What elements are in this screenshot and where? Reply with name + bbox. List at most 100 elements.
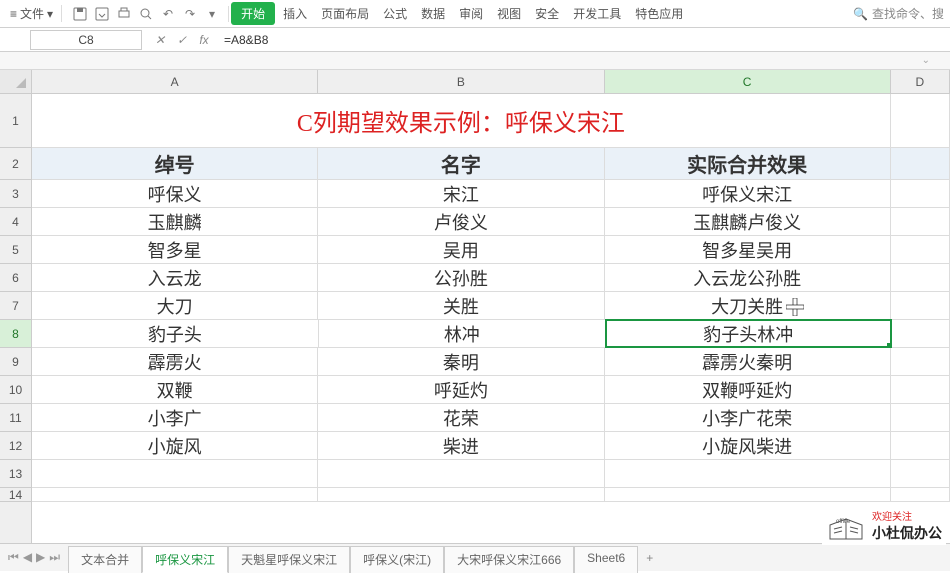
cell[interactable] xyxy=(32,460,318,487)
cell[interactable] xyxy=(891,94,950,147)
cell[interactable]: 小旋风 xyxy=(32,432,318,459)
sheet-tab[interactable]: 呼保义(宋江) xyxy=(350,546,444,573)
tab-security[interactable]: 安全 xyxy=(529,2,565,25)
cell[interactable]: 关胜 xyxy=(318,292,604,319)
row-header[interactable]: 1 xyxy=(0,94,31,148)
row-header[interactable]: 4 xyxy=(0,208,31,236)
cell[interactable] xyxy=(891,264,950,291)
cell[interactable]: 小李广 xyxy=(32,404,318,431)
save-icon[interactable] xyxy=(72,6,88,22)
cell[interactable] xyxy=(891,460,950,487)
cell[interactable]: 宋江 xyxy=(318,180,604,207)
cell[interactable] xyxy=(891,292,950,319)
sheet-tab[interactable]: 呼保义宋江 xyxy=(142,546,228,573)
cell[interactable]: 林冲 xyxy=(319,320,606,347)
cell[interactable]: 呼延灼 xyxy=(318,376,604,403)
search-area[interactable]: 🔍 查找命令、搜 xyxy=(853,5,944,22)
undo-icon[interactable]: ↶ xyxy=(160,6,176,22)
sheet-tab[interactable]: Sheet6 xyxy=(574,546,638,573)
tab-devtools[interactable]: 开发工具 xyxy=(567,2,627,25)
cell[interactable] xyxy=(318,460,604,487)
dropdown-icon[interactable]: ▾ xyxy=(204,6,220,22)
confirm-icon[interactable]: ✓ xyxy=(174,32,190,48)
cell[interactable]: 花荣 xyxy=(318,404,604,431)
tab-data[interactable]: 数据 xyxy=(415,2,451,25)
col-header[interactable]: C xyxy=(605,70,891,93)
tab-last-icon[interactable]: ⏭ xyxy=(49,550,60,565)
cell[interactable] xyxy=(891,208,950,235)
cancel-icon[interactable]: ✕ xyxy=(152,32,168,48)
header-cell[interactable] xyxy=(891,148,950,179)
fx-icon[interactable]: fx xyxy=(196,32,212,48)
save-as-icon[interactable] xyxy=(94,6,110,22)
row-header[interactable]: 12 xyxy=(0,432,31,460)
sheet-tab[interactable]: 文本合并 xyxy=(68,546,142,573)
tab-formula[interactable]: 公式 xyxy=(377,2,413,25)
sheet-tab[interactable]: 天魁星呼保义宋江 xyxy=(228,546,350,573)
cell[interactable]: 呼保义 xyxy=(32,180,318,207)
cell[interactable] xyxy=(891,320,950,347)
tab-first-icon[interactable]: ⏮ xyxy=(8,550,19,565)
tab-prev-icon[interactable]: ◀ xyxy=(23,550,32,565)
tab-start[interactable]: 开始 xyxy=(231,2,275,25)
cell[interactable]: 双鞭 xyxy=(32,376,318,403)
cell[interactable]: 豹子头林冲 xyxy=(605,319,892,348)
cell[interactable]: 呼保义宋江 xyxy=(605,180,891,207)
cell[interactable]: 玉麒麟卢俊义 xyxy=(605,208,891,235)
cell[interactable]: 小李广花荣 xyxy=(605,404,891,431)
cell[interactable] xyxy=(891,376,950,403)
col-header[interactable]: B xyxy=(318,70,604,93)
cell[interactable] xyxy=(891,404,950,431)
cell[interactable]: 智多星吴用 xyxy=(605,236,891,263)
header-cell[interactable]: 名字 xyxy=(318,148,604,179)
cell[interactable] xyxy=(891,236,950,263)
row-header[interactable]: 6 xyxy=(0,264,31,292)
cell[interactable]: 柴进 xyxy=(318,432,604,459)
cell[interactable]: 大刀 xyxy=(32,292,318,319)
row-header[interactable]: 11 xyxy=(0,404,31,432)
cell[interactable]: 霹雳火秦明 xyxy=(605,348,891,375)
tab-insert[interactable]: 插入 xyxy=(277,2,313,25)
tab-special[interactable]: 特色应用 xyxy=(629,2,689,25)
select-all-corner[interactable] xyxy=(0,70,32,94)
name-box[interactable]: C8 xyxy=(30,30,142,50)
row-header[interactable]: 5 xyxy=(0,236,31,264)
row-header[interactable]: 7 xyxy=(0,292,31,320)
cell[interactable]: 豹子头 xyxy=(32,320,319,347)
row-header[interactable]: 3 xyxy=(0,180,31,208)
header-cell[interactable]: 实际合并效果 xyxy=(605,148,891,179)
print-icon[interactable] xyxy=(116,6,132,22)
add-sheet-button[interactable]: + xyxy=(638,547,661,569)
cell[interactable]: 卢俊义 xyxy=(318,208,604,235)
cell[interactable]: 智多星 xyxy=(32,236,318,263)
tab-next-icon[interactable]: ▶ xyxy=(36,550,45,565)
cell[interactable]: 双鞭呼延灼 xyxy=(605,376,891,403)
cell[interactable]: 秦明 xyxy=(318,348,604,375)
cell[interactable]: 玉麒麟 xyxy=(32,208,318,235)
tab-view[interactable]: 视图 xyxy=(491,2,527,25)
cell[interactable]: 大刀关胜 xyxy=(605,292,891,319)
redo-icon[interactable]: ↷ xyxy=(182,6,198,22)
cell[interactable] xyxy=(891,488,950,501)
title-cell[interactable]: C列期望效果示例：呼保义宋江 xyxy=(32,94,891,147)
cell[interactable]: 公孙胜 xyxy=(318,264,604,291)
col-header[interactable]: D xyxy=(891,70,950,93)
row-header[interactable]: 2 xyxy=(0,148,31,180)
row-header[interactable]: 10 xyxy=(0,376,31,404)
row-header[interactable]: 9 xyxy=(0,348,31,376)
cell[interactable] xyxy=(605,488,891,501)
cell[interactable] xyxy=(318,488,604,501)
row-header[interactable]: 14 xyxy=(0,488,31,502)
cell[interactable]: 入云龙 xyxy=(32,264,318,291)
row-header[interactable]: 8 xyxy=(0,320,31,348)
cell[interactable]: 小旋风柴进 xyxy=(605,432,891,459)
print-preview-icon[interactable] xyxy=(138,6,154,22)
cell[interactable] xyxy=(891,432,950,459)
cell[interactable]: 入云龙公孙胜 xyxy=(605,264,891,291)
cell[interactable] xyxy=(891,348,950,375)
col-header[interactable]: A xyxy=(32,70,318,93)
cell[interactable]: 吴用 xyxy=(318,236,604,263)
cell[interactable]: 霹雳火 xyxy=(32,348,318,375)
cell[interactable] xyxy=(605,460,891,487)
header-cell[interactable]: 绰号 xyxy=(32,148,318,179)
